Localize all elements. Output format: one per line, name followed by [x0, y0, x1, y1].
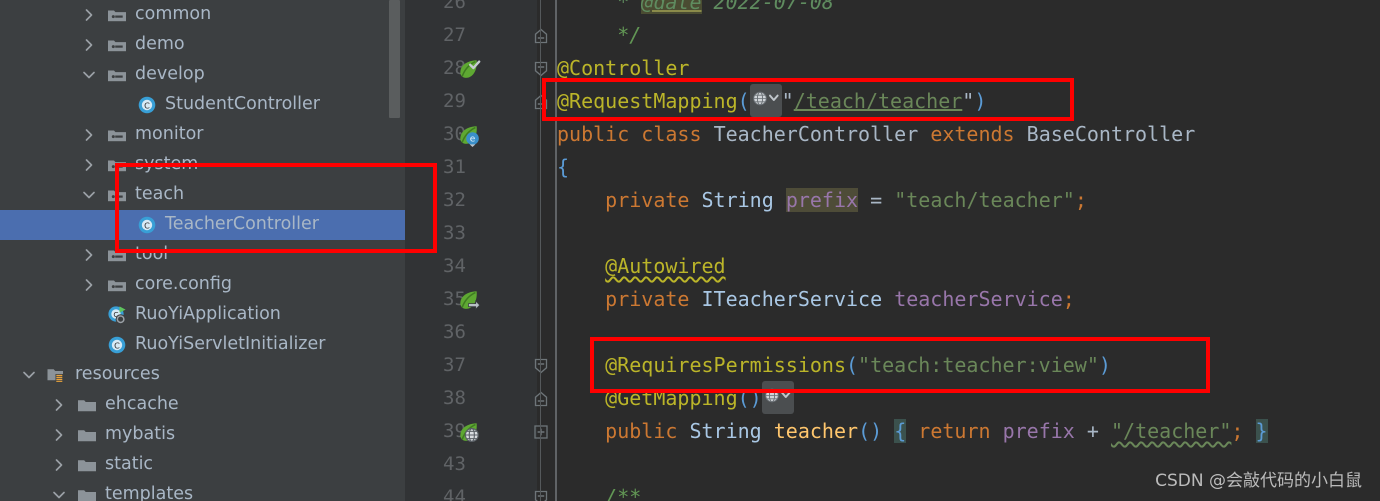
package-folder-icon: [106, 274, 128, 296]
chevron-right-icon[interactable]: [80, 276, 98, 294]
java-class-icon: C: [106, 334, 128, 356]
chevron-right-icon[interactable]: [50, 396, 68, 414]
spring-boot-app-icon: C: [106, 304, 128, 326]
tree-item-label: develop: [135, 64, 205, 85]
tree-item-mybatis[interactable]: mybatis: [0, 420, 405, 450]
tree-no-arrow: [80, 336, 98, 354]
plain-folder-icon: [76, 424, 98, 446]
tree-item-ruoyiservletinitializer[interactable]: C RuoYiServletInitializer: [0, 330, 405, 360]
tree-item-label: StudentController: [165, 94, 320, 115]
tree-item-label: demo: [135, 34, 185, 55]
csdn-watermark: CSDN @会敲代码的小白鼠: [1155, 471, 1362, 491]
package-folder-icon: [106, 4, 128, 26]
plain-folder-icon: [76, 394, 98, 416]
editor-gutter[interactable]: 26 27 28 29 30 31 32 33 34 35 36 37 38 39 43 44 e: [405, 0, 548, 501]
tree-item-label: static: [105, 454, 154, 475]
code-line-35[interactable]: private ITeacherService teacherService;: [557, 283, 1380, 316]
tree-item-label: common: [135, 4, 212, 25]
package-folder-icon: [106, 64, 128, 86]
chevron-down-icon[interactable]: [80, 186, 98, 204]
tree-no-arrow: [80, 306, 98, 324]
package-folder-icon: [106, 124, 128, 146]
tree-item-label: resources: [75, 364, 160, 385]
chevron-right-icon[interactable]: [80, 156, 98, 174]
tree-item-core-config[interactable]: core.config: [0, 270, 405, 300]
tree-item-demo[interactable]: demo: [0, 30, 405, 60]
code-line-36[interactable]: [557, 316, 1380, 349]
project-tree-panel[interactable]: common demo develop C StudentController monit…: [0, 0, 405, 501]
tree-item-static[interactable]: static: [0, 450, 405, 480]
resources-folder-icon: [46, 364, 68, 386]
code-line-26[interactable]: * @date 2022-07-08: [557, 0, 1380, 19]
tree-item-label: RuoYiServletInitializer: [135, 334, 326, 355]
tree-item-ruoyiapplication[interactable]: C RuoYiApplication: [0, 300, 405, 330]
ide-screenshot: common demo develop C StudentController monit…: [0, 0, 1380, 501]
tree-item-studentcontroller[interactable]: C StudentController: [0, 90, 405, 120]
chevron-right-icon[interactable]: [80, 6, 98, 24]
tree-item-label: core.config: [135, 274, 233, 295]
svg-text:C: C: [114, 340, 120, 350]
code-line-29[interactable]: @RequestMapping("/teach/teacher"): [557, 84, 1380, 118]
code-line-28[interactable]: @Controller: [557, 52, 1380, 85]
fold-guide-line: [540, 0, 541, 501]
tree-item-tool[interactable]: tool: [0, 240, 405, 270]
tree-item-label: RuoYiApplication: [135, 304, 281, 325]
chevron-down-icon[interactable]: [20, 366, 38, 384]
chevron-right-icon[interactable]: [80, 36, 98, 54]
tree-item-label: mybatis: [105, 424, 176, 445]
chevron-right-icon[interactable]: [50, 456, 68, 474]
code-line-38[interactable]: @GetMapping(): [557, 381, 1380, 415]
plain-folder-icon: [76, 484, 98, 501]
package-folder-icon: [106, 34, 128, 56]
tree-item-common[interactable]: common: [0, 0, 405, 30]
tree-item-teach[interactable]: teach: [0, 180, 405, 210]
code-line-30[interactable]: public class TeacherController extends B…: [557, 118, 1380, 151]
java-class-icon: C: [136, 94, 158, 116]
spring-bean-arrow-icon[interactable]: [457, 288, 481, 311]
web-mapping-hint-icon[interactable]: [761, 381, 794, 414]
svg-text:C: C: [144, 220, 150, 230]
tree-item-templates[interactable]: templates: [0, 480, 405, 501]
tree-item-label: TeacherController: [165, 214, 319, 235]
web-mapping-hint-icon[interactable]: [749, 84, 782, 117]
tree-item-label: monitor: [135, 124, 204, 145]
code-line-32[interactable]: private String prefix = "teach/teacher";: [557, 184, 1380, 217]
tree-item-label: system: [135, 154, 199, 175]
tree-item-resources[interactable]: resources: [0, 360, 405, 390]
tree-item-label: teach: [135, 184, 185, 205]
tree-item-label: tool: [135, 244, 169, 265]
code-editor[interactable]: 26 27 28 29 30 31 32 33 34 35 36 37 38 39 43 44 e * @dat…: [405, 0, 1380, 501]
spring-web-mapping-icon[interactable]: [457, 420, 479, 443]
chevron-right-icon[interactable]: [80, 246, 98, 264]
chevron-right-icon[interactable]: [80, 126, 98, 144]
code-line-27[interactable]: */: [557, 19, 1380, 52]
tree-no-arrow: [110, 216, 128, 234]
chevron-right-icon[interactable]: [50, 426, 68, 444]
tree-item-system[interactable]: system: [0, 150, 405, 180]
code-line-31[interactable]: {: [557, 151, 1380, 184]
code-line-39[interactable]: public String teacher() { return prefix …: [557, 415, 1380, 448]
code-line-37[interactable]: @RequiresPermissions("teach:teacher:view…: [557, 349, 1380, 382]
tree-item-label: templates: [105, 484, 194, 501]
chevron-down-icon[interactable]: [50, 486, 68, 501]
code-line-33[interactable]: [557, 217, 1380, 250]
tree-item-develop[interactable]: develop: [0, 60, 405, 90]
svg-text:C: C: [144, 100, 150, 110]
chevron-down-icon[interactable]: [80, 66, 98, 84]
code-text-area[interactable]: * @date 2022-07-08 */@Controller @Request…: [557, 0, 1380, 501]
spring-bean-endpoint-icon[interactable]: e: [457, 123, 479, 147]
package-folder-icon: [106, 154, 128, 176]
tree-item-ehcache[interactable]: ehcache: [0, 390, 405, 420]
tree-item-label: ehcache: [105, 394, 179, 415]
spring-bean-check-icon[interactable]: [457, 57, 481, 79]
package-folder-icon: [106, 184, 128, 206]
tree-item-teachercontroller[interactable]: C TeacherController: [0, 210, 405, 240]
code-line-34[interactable]: @Autowired: [557, 250, 1380, 283]
plain-folder-icon: [76, 454, 98, 476]
svg-text:e: e: [470, 135, 476, 145]
tree-no-arrow: [110, 96, 128, 114]
tree-item-monitor[interactable]: monitor: [0, 120, 405, 150]
package-folder-icon: [106, 244, 128, 266]
java-class-icon: C: [136, 214, 158, 236]
